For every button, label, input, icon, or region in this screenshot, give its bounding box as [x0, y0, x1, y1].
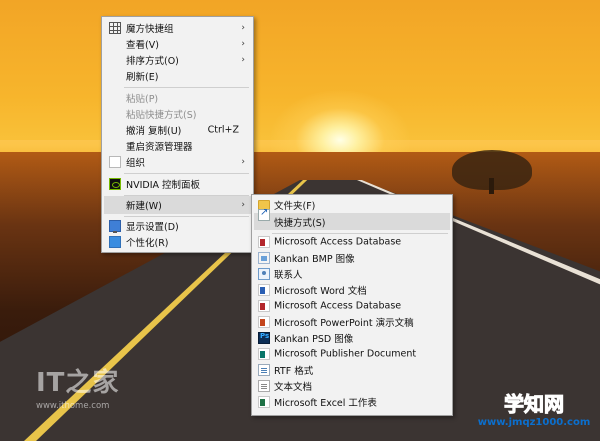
submenu-item-publisher[interactable]: Microsoft Publisher Document	[254, 346, 450, 362]
organize-icon	[109, 156, 121, 168]
powerpoint-icon	[258, 316, 270, 328]
menu-item-label: 重启资源管理器	[126, 142, 193, 153]
menu-item-display-settings[interactable]: 显示设置(D)	[104, 218, 251, 234]
menu-item-mofang-quick-group[interactable]: 魔方快捷组 ›	[104, 20, 251, 36]
submenu-item-label: 文本文档	[274, 382, 313, 393]
chevron-right-icon: ›	[241, 38, 245, 49]
menu-item-label: 魔方快捷组	[126, 24, 174, 35]
menu-item-paste[interactable]: 粘贴(P)	[104, 90, 251, 106]
submenu-item-bmp-image[interactable]: Kankan BMP 图像	[254, 250, 450, 266]
chevron-right-icon: ›	[241, 22, 245, 33]
submenu-item-label: Microsoft Publisher Document	[274, 348, 417, 360]
site-watermark-name: 学知网	[504, 392, 565, 417]
submenu-item-label: Kankan BMP 图像	[274, 254, 355, 265]
menu-item-label: 新建(W)	[126, 201, 162, 212]
nvidia-icon	[109, 178, 121, 190]
menu-item-sort-by[interactable]: 排序方式(O) ›	[104, 52, 251, 68]
submenu-item-label: Microsoft Access Database	[274, 300, 402, 312]
menu-item-label: NVIDIA 控制面板	[126, 180, 201, 191]
menu-item-restart-explorer[interactable]: 重启资源管理器	[104, 138, 251, 154]
menu-item-label: 显示设置(D)	[126, 222, 179, 233]
rtf-icon	[258, 364, 270, 376]
menu-item-label: 撤消 复制(U)	[126, 126, 182, 137]
access-icon	[258, 236, 270, 248]
psd-icon	[258, 332, 270, 344]
submenu-item-contact[interactable]: 联系人	[254, 266, 450, 282]
menu-item-personalize[interactable]: 个性化(R)	[104, 234, 251, 250]
wallpaper-tree-trunk	[489, 178, 494, 194]
menu-item-organize[interactable]: 组织 ›	[104, 154, 251, 170]
menu-item-label: 查看(V)	[126, 40, 159, 51]
submenu-item-label: 联系人	[274, 270, 303, 281]
desktop-context-menu: 魔方快捷组 › 查看(V) › 排序方式(O) › 刷新(E) 粘贴(P) 粘贴…	[101, 16, 254, 253]
excel-icon	[258, 396, 270, 408]
submenu-item-label: Microsoft Access Database	[274, 236, 402, 248]
submenu-item-excel[interactable]: Microsoft Excel 工作表	[254, 394, 450, 410]
menu-item-label: 粘贴(P)	[126, 94, 159, 105]
display-icon	[109, 220, 121, 233]
submenu-item-label: Kankan PSD 图像	[274, 334, 354, 345]
menu-separator	[124, 87, 249, 88]
submenu-item-word-document[interactable]: Microsoft Word 文档	[254, 282, 450, 298]
contact-icon	[258, 268, 270, 280]
ithome-watermark-logo: IT之家	[36, 368, 120, 398]
menu-item-label: 组织	[126, 158, 146, 169]
site-watermark: 学知网 www.jmqz1000.com	[474, 392, 594, 437]
menu-item-label: 排序方式(O)	[126, 56, 179, 67]
grid-icon	[109, 22, 121, 34]
submenu-item-rtf[interactable]: RTF 格式	[254, 362, 450, 378]
submenu-item-access-database[interactable]: Microsoft Access Database	[254, 234, 450, 250]
word-icon	[258, 284, 270, 296]
submenu-item-psd-image[interactable]: Kankan PSD 图像	[254, 330, 450, 346]
access-icon	[258, 300, 270, 312]
submenu-item-access-database-2[interactable]: Microsoft Access Database	[254, 298, 450, 314]
chevron-right-icon: ›	[241, 156, 245, 167]
submenu-item-powerpoint[interactable]: Microsoft PowerPoint 演示文稿	[254, 314, 450, 330]
chevron-right-icon: ›	[241, 54, 245, 65]
menu-item-label: 个性化(R)	[126, 238, 169, 249]
submenu-item-label: Microsoft Excel 工作表	[274, 398, 377, 409]
menu-item-label: 刷新(E)	[126, 72, 159, 83]
submenu-item-label: Microsoft PowerPoint 演示文稿	[274, 318, 414, 329]
menu-separator	[124, 216, 249, 217]
submenu-item-label: 快捷方式(S)	[274, 217, 326, 229]
submenu-item-folder[interactable]: 文件夹(F)	[254, 197, 450, 213]
submenu-item-shortcut[interactable]: 快捷方式(S)	[254, 207, 450, 230]
new-submenu: 文件夹(F) 快捷方式(S) Microsoft Access Database…	[251, 194, 453, 416]
site-watermark-url: www.jmqz1000.com	[477, 417, 591, 428]
menu-item-new[interactable]: 新建(W) ›	[104, 196, 251, 214]
submenu-item-label: 文件夹(F)	[274, 201, 316, 212]
menu-item-refresh[interactable]: 刷新(E)	[104, 68, 251, 84]
submenu-item-label: Microsoft Word 文档	[274, 286, 367, 297]
menu-item-undo-copy[interactable]: 撤消 复制(U) Ctrl+Z	[104, 122, 251, 138]
menu-item-label: 粘贴快捷方式(S)	[126, 110, 197, 121]
menu-item-nvidia-control-panel[interactable]: NVIDIA 控制面板	[104, 176, 251, 192]
submenu-item-label: RTF 格式	[274, 366, 314, 377]
text-document-icon	[258, 380, 270, 392]
ithome-watermark-url: www.ithome.com	[36, 401, 110, 411]
menu-item-view[interactable]: 查看(V) ›	[104, 36, 251, 52]
menu-item-paste-shortcut[interactable]: 粘贴快捷方式(S)	[104, 106, 251, 122]
bmp-icon	[258, 252, 270, 264]
menu-item-shortcut: Ctrl+Z	[207, 124, 239, 136]
menu-separator	[124, 173, 249, 174]
chevron-right-icon: ›	[241, 199, 245, 210]
shortcut-icon	[258, 207, 270, 221]
publisher-icon	[258, 348, 270, 360]
submenu-item-text-document[interactable]: 文本文档	[254, 378, 450, 394]
personalize-icon	[109, 236, 121, 248]
